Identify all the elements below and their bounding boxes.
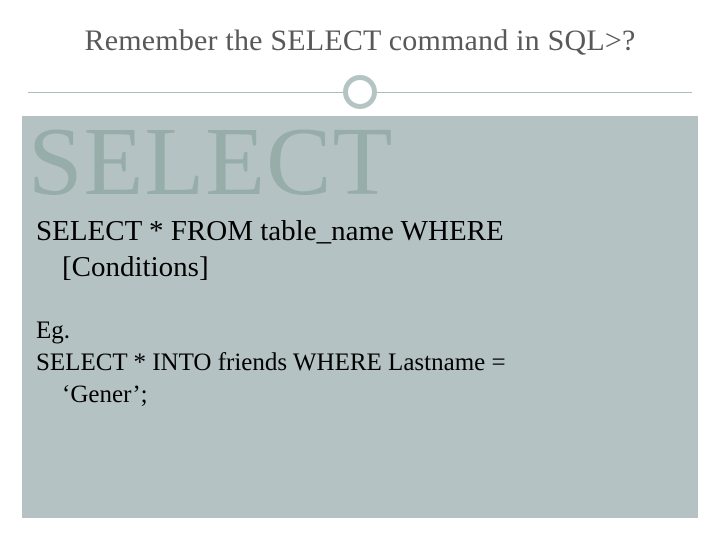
divider-circle-icon [343, 75, 377, 109]
example-line-2: ‘Gener’; [36, 379, 674, 411]
syntax-line-2: [Conditions] [36, 251, 209, 283]
syntax-text: SELECT * FROM table_name WHERE [Conditio… [22, 210, 698, 285]
content-panel: SELECT SELECT * FROM table_name WHERE [C… [22, 116, 698, 518]
example-line-1: SELECT * INTO friends WHERE Lastname = [36, 349, 506, 376]
syntax-line-1: SELECT * FROM table_name WHERE [36, 215, 504, 247]
example-block: Eg. SELECT * INTO friends WHERE Lastname… [22, 285, 698, 411]
slide-title: Remember the SELECT command in SQL>? [30, 24, 690, 58]
heading-select: SELECT [22, 116, 698, 210]
slide: Remember the SELECT command in SQL>? SEL… [0, 0, 720, 540]
divider [0, 72, 720, 112]
slide-header: Remember the SELECT command in SQL>? [0, 0, 720, 58]
example-label: Eg. [36, 317, 70, 344]
